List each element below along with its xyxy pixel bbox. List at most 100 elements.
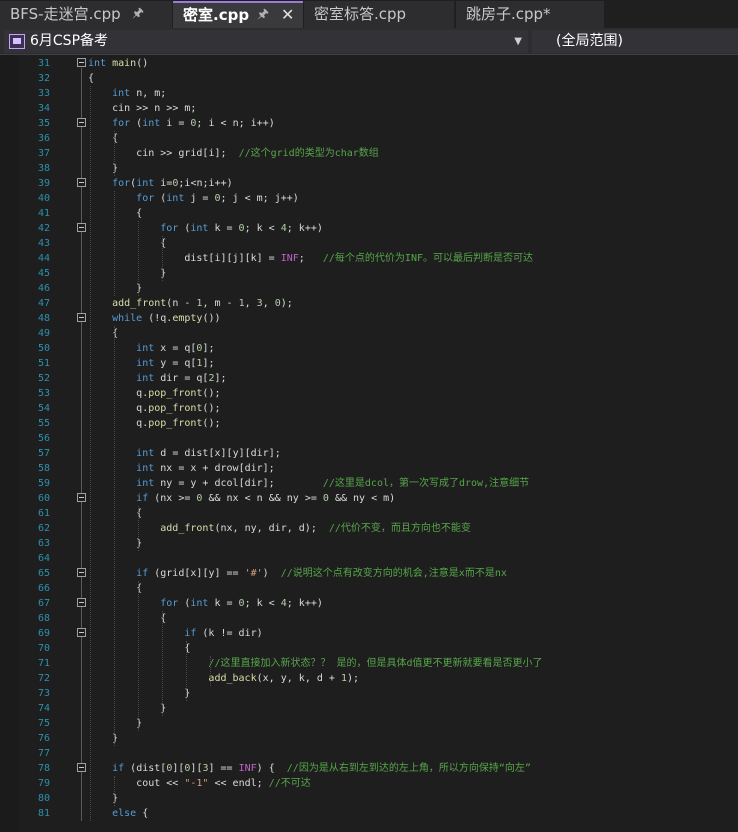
code-line[interactable]: 69 if (k != dir) — [0, 626, 738, 641]
collapse-icon[interactable] — [77, 223, 86, 232]
code-line[interactable]: 63 } — [0, 536, 738, 551]
indent-guide — [162, 236, 164, 281]
code-line[interactable]: 45 } — [0, 266, 738, 281]
line-number: 69 — [37, 628, 50, 639]
code-text: } — [88, 268, 167, 279]
code-line[interactable]: 79 cout << "-1" << endl; //不可达 — [0, 776, 738, 791]
code-line[interactable]: 59 int ny = y + dcol[dir]; //这里是dcol，第一次… — [0, 476, 738, 491]
code-line[interactable]: 44 dist[i][j][k] = INF; //每个点的代价为INF。可以最… — [0, 251, 738, 266]
code-line[interactable]: 54 q.pop_front(); — [0, 401, 738, 416]
pin-icon[interactable]: 🖈︎ — [132, 1, 144, 27]
code-text: } — [88, 718, 143, 729]
line-number: 74 — [37, 703, 50, 714]
collapse-icon[interactable] — [77, 598, 86, 607]
code-line[interactable]: 77 — [0, 746, 738, 761]
code-text: { — [88, 208, 143, 219]
pin-icon[interactable]: 🖈︎ — [257, 3, 269, 27]
code-line[interactable]: 74 } — [0, 701, 738, 716]
code-text: { — [88, 613, 167, 624]
code-line[interactable]: 39 for(int i=0;i<n;i++) — [0, 176, 738, 191]
line-number: 42 — [37, 223, 50, 234]
code-line[interactable]: 60 if (nx >= 0 && nx < n && ny >= 0 && n… — [0, 491, 738, 506]
code-line[interactable]: 50 int x = q[0]; — [0, 341, 738, 356]
code-line[interactable]: 52 int dir = q[2]; — [0, 371, 738, 386]
code-line[interactable]: 32 { — [0, 71, 738, 86]
code-line[interactable]: 67 for (int k = 0; k < 4; k++) — [0, 596, 738, 611]
code-line[interactable]: 58 int nx = x + drow[dir]; — [0, 461, 738, 476]
code-text: if (nx >= 0 && nx < n && ny >= 0 && ny <… — [136, 493, 396, 504]
code-line[interactable]: 64 — [0, 551, 738, 566]
code-line[interactable]: 72 add_back(x, y, k, d + 1); — [0, 671, 738, 686]
line-number: 43 — [37, 238, 50, 249]
line-number: 45 — [37, 268, 50, 279]
tab-label: BFS-走迷宫.cpp — [10, 5, 121, 23]
collapse-icon[interactable] — [77, 313, 86, 322]
tab-bfs-maze[interactable]: BFS-走迷宫.cpp 🖈︎ — [0, 1, 172, 28]
line-number: 68 — [37, 613, 50, 624]
line-number: 77 — [37, 748, 50, 759]
code-line[interactable]: 78 if (dist[0][0][3] == INF) { //因为是从右到左… — [0, 761, 738, 776]
project-label: 6月CSP备考 — [30, 33, 109, 49]
collapse-icon[interactable] — [77, 493, 86, 502]
code-line[interactable]: 62 add_front(nx, ny, dir, d); //代价不变，而且方… — [0, 521, 738, 536]
code-line[interactable]: 49 { — [0, 326, 738, 341]
close-icon[interactable]: ✕ — [281, 3, 294, 27]
collapse-icon[interactable] — [77, 178, 86, 187]
code-line[interactable]: 35 for (int i = 0; i < n; i++) — [0, 116, 738, 131]
indent-guide — [90, 86, 91, 821]
code-line[interactable]: 37 cin >> grid[i]; //这个grid的类型为char数组 — [0, 146, 738, 161]
code-line[interactable]: 47 add_front(n - 1, m - 1, 3, 0); — [0, 296, 738, 311]
code-text: q.pop_front(); — [136, 418, 221, 429]
project-dropdown[interactable]: 6月CSP备考 ▼ — [4, 30, 528, 53]
collapse-icon[interactable] — [77, 568, 86, 577]
code-line[interactable]: 40 for (int j = 0; j < m; j++) — [0, 191, 738, 206]
code-line[interactable]: 81 else { — [0, 806, 738, 821]
code-line[interactable]: 73 } — [0, 686, 738, 701]
code-text: if (dist[0][0][3] == INF) { //因为是从右到左到达的… — [112, 763, 531, 774]
collapse-icon[interactable] — [77, 58, 86, 67]
scope-label: (全局范围) — [556, 33, 623, 49]
collapse-icon[interactable] — [77, 118, 86, 127]
code-line[interactable]: 68 { — [0, 611, 738, 626]
code-line[interactable]: 76 } — [0, 731, 738, 746]
code-line[interactable]: 55 q.pop_front(); — [0, 416, 738, 431]
code-line[interactable]: 33 int n, m; — [0, 86, 738, 101]
code-line[interactable]: 66 { — [0, 581, 738, 596]
code-line[interactable]: 65 if (grid[x][y] == '#') //说明这个点有改变方向的机… — [0, 566, 738, 581]
code-line[interactable]: 75 } — [0, 716, 738, 731]
code-line[interactable]: 70 { — [0, 641, 738, 656]
code-line[interactable]: 53 q.pop_front(); — [0, 386, 738, 401]
code-editor[interactable]: 31 int main() 32{33 int n, m; 34 cin >> n >… — [0, 55, 738, 832]
code-text: { — [88, 583, 143, 594]
indent-guide — [138, 581, 140, 731]
code-line[interactable]: 42 for (int k = 0; k < 4; k++) — [0, 221, 738, 236]
code-line[interactable]: 31 int main() — [0, 56, 738, 71]
code-line[interactable]: 34 cin >> n >> m; — [0, 101, 738, 116]
tab-mishi[interactable]: 密室.cpp 🖈︎ ✕ — [173, 1, 303, 28]
code-line[interactable]: 56 — [0, 431, 738, 446]
line-number: 70 — [37, 643, 50, 654]
code-line[interactable]: 48 while (!q.empty()) — [0, 311, 738, 326]
indent-guide — [210, 656, 212, 686]
line-number: 37 — [37, 148, 50, 159]
line-number: 47 — [37, 298, 50, 309]
code-line[interactable]: 51 int y = q[1]; — [0, 356, 738, 371]
code-line[interactable]: 61 { — [0, 506, 738, 521]
tab-mishi-answer[interactable]: 密室标答.cpp — [304, 1, 454, 28]
code-line[interactable]: 41 { — [0, 206, 738, 221]
scope-dropdown[interactable]: (全局范围) — [532, 30, 738, 53]
indent-guide — [114, 776, 116, 806]
code-line[interactable]: 43 { — [0, 236, 738, 251]
code-line[interactable]: 80 } — [0, 791, 738, 806]
code-line[interactable]: 36 { — [0, 131, 738, 146]
tab-tiaofangzi[interactable]: 跳房子.cpp* — [456, 1, 604, 28]
chevron-down-icon[interactable]: ▼ — [514, 30, 522, 53]
code-line[interactable]: 38 } — [0, 161, 738, 176]
code-line[interactable]: 57 int d = dist[x][y][dir]; — [0, 446, 738, 461]
code-line[interactable]: 46 } — [0, 281, 738, 296]
collapse-icon[interactable] — [77, 763, 86, 772]
code-text: dist[i][j][k] = INF; //每个点的代价为INF。可以最后判断… — [184, 253, 533, 264]
collapse-icon[interactable] — [77, 628, 86, 637]
code-line[interactable]: 71 //这里直接加入新状态？？ 是的，但是具体d值更不更新就要看是否更小了 — [0, 656, 738, 671]
indent-guide — [186, 641, 188, 701]
